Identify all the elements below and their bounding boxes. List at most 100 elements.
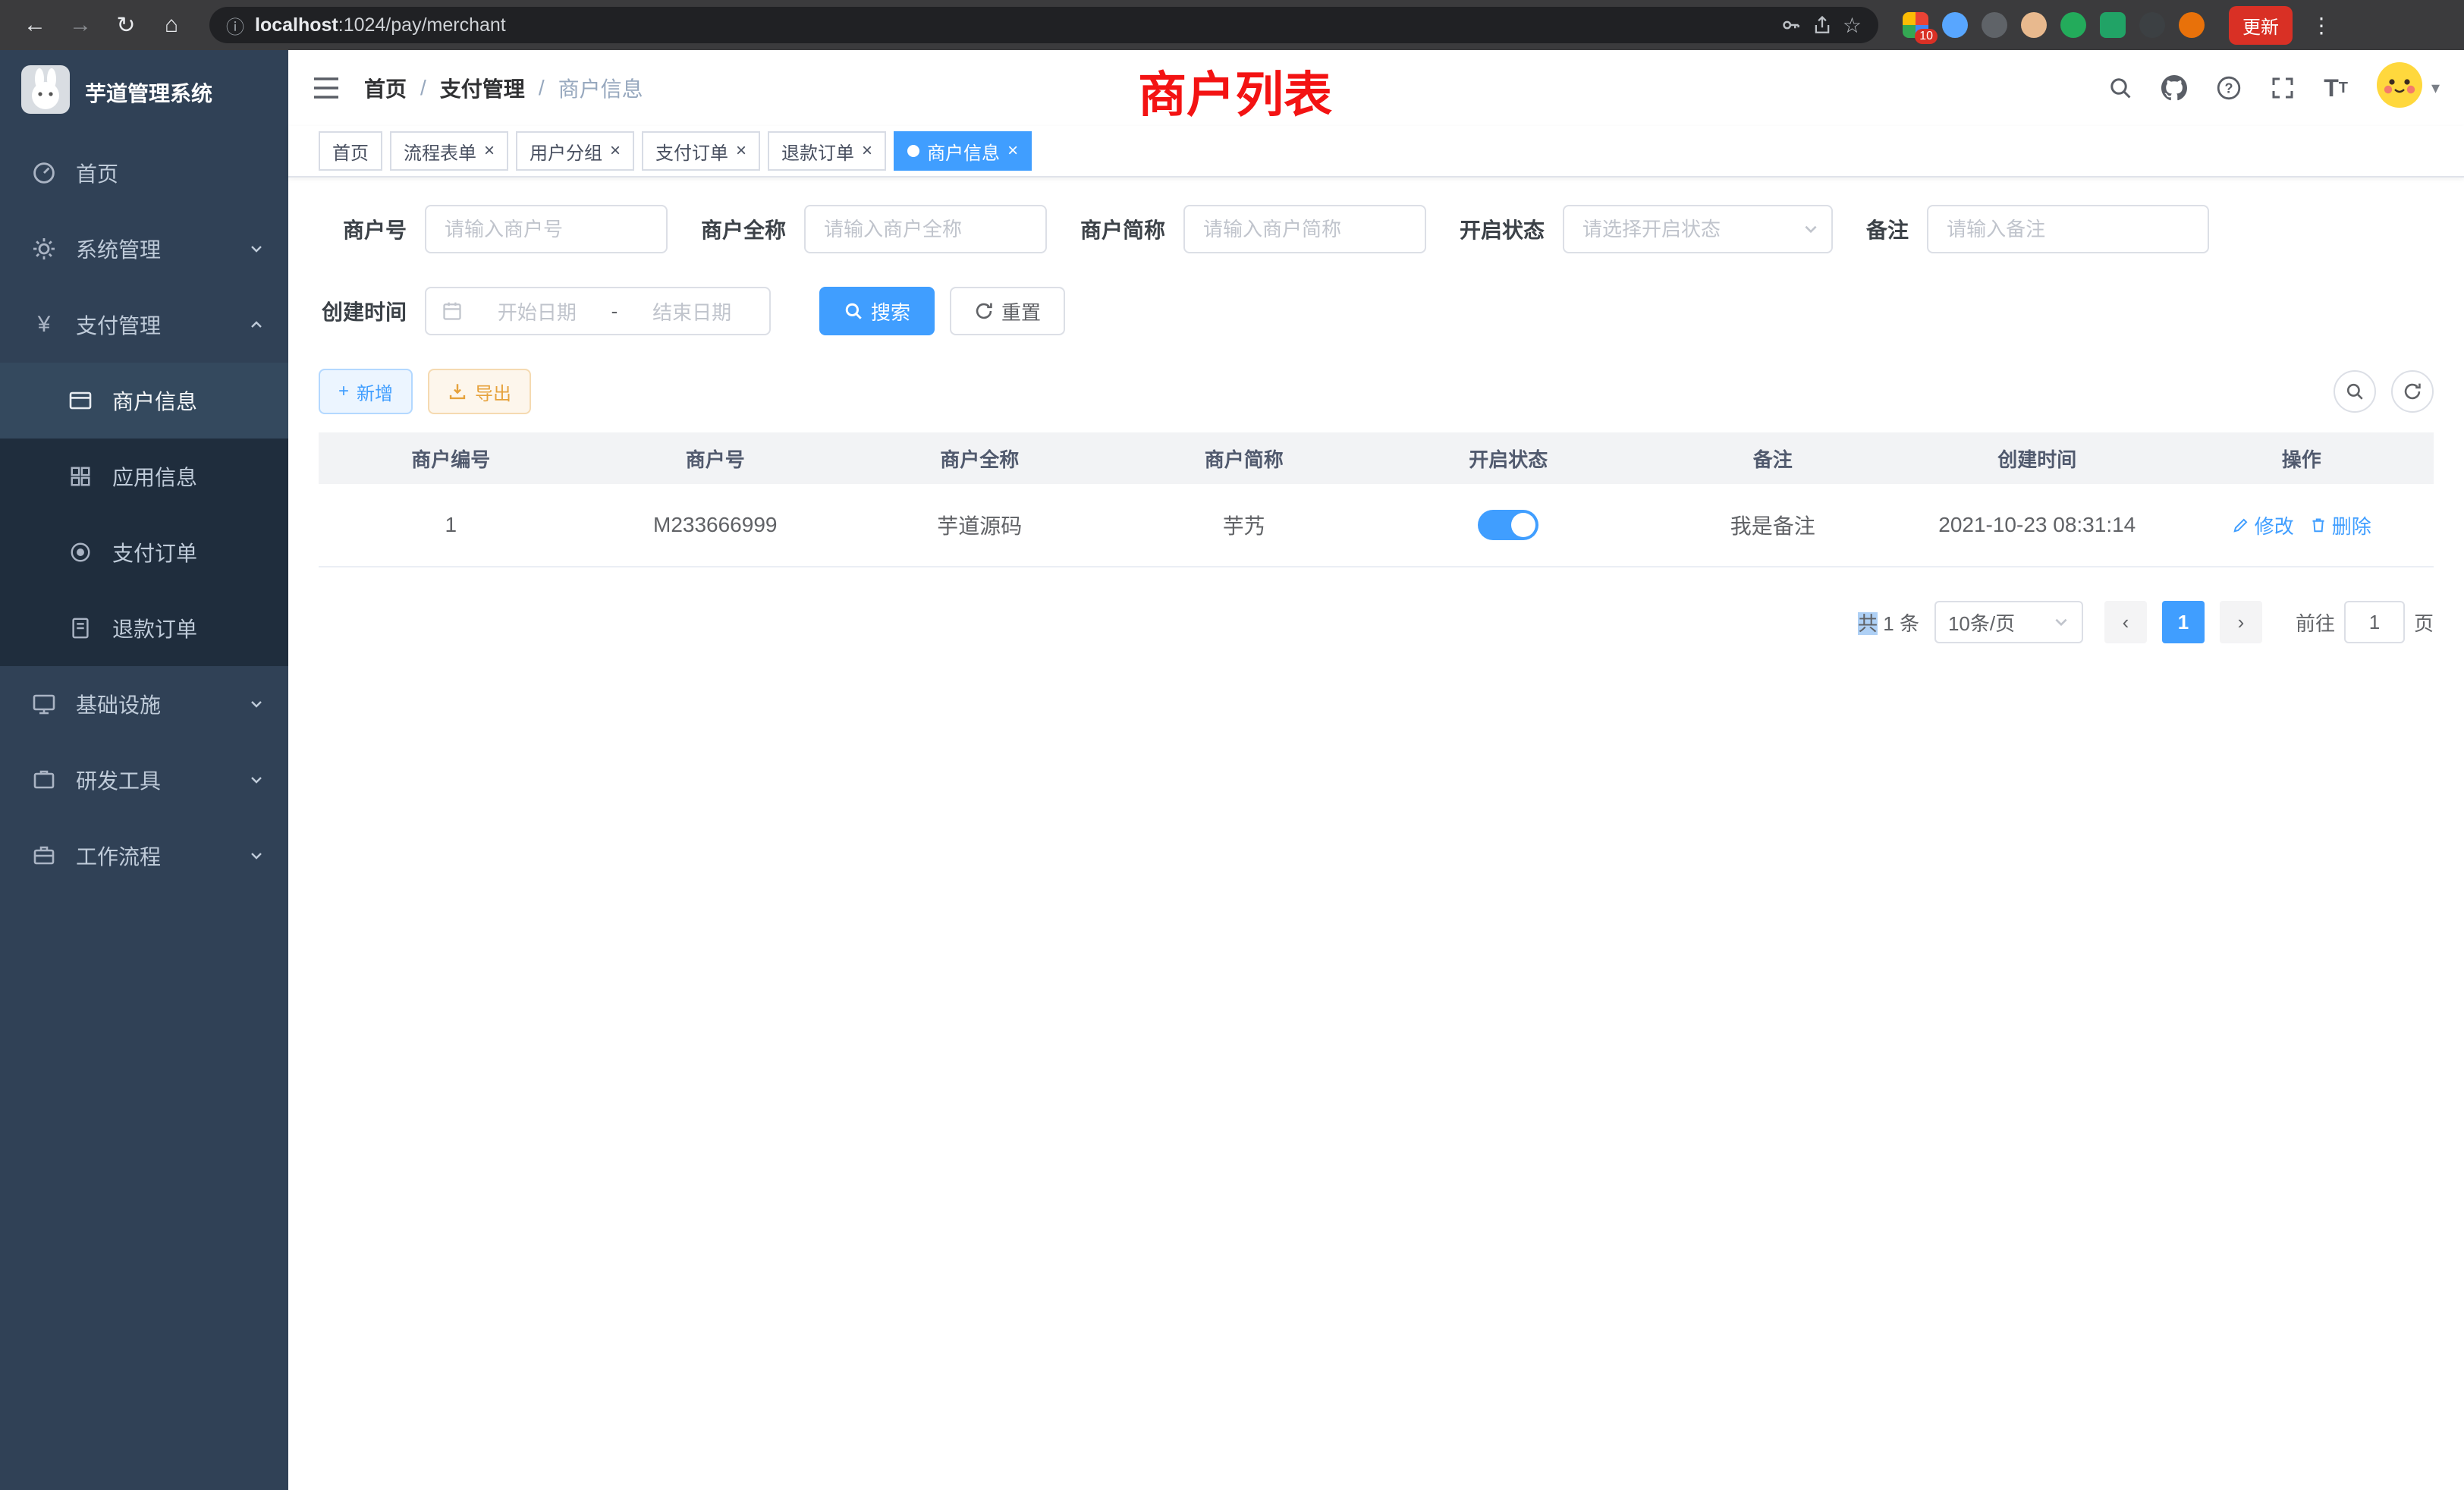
extension-avatar-icon[interactable] — [2021, 12, 2047, 38]
close-icon[interactable]: × — [862, 142, 872, 160]
extension-blue-icon[interactable] — [1942, 12, 1968, 38]
search-icon[interactable] — [2108, 76, 2132, 100]
close-icon[interactable]: × — [736, 142, 746, 160]
col-remark: 备注 — [1641, 445, 1906, 473]
card-icon — [67, 388, 94, 413]
font-size-icon[interactable]: TT — [2324, 74, 2348, 102]
full-name-input[interactable] — [804, 205, 1047, 253]
create-time-label: 创建时间 — [319, 296, 425, 326]
short-name-input[interactable] — [1183, 205, 1426, 253]
extension-green-square-icon[interactable] — [2100, 12, 2126, 38]
sidebar-item-system[interactable]: 系统管理 — [0, 211, 288, 287]
edit-link[interactable]: 修改 — [2232, 511, 2294, 539]
sidebar-item-pay-order[interactable]: 支付订单 — [0, 514, 288, 590]
sidebar-item-dev-tools[interactable]: 研发工具 — [0, 742, 288, 818]
pagination-goto: 前往 页 — [2296, 601, 2434, 643]
sidebar-item-workflow[interactable]: 工作流程 — [0, 818, 288, 894]
total-suffix: 条 — [1900, 612, 1919, 635]
sidebar-item-label: 系统管理 — [76, 234, 161, 264]
status-select[interactable] — [1563, 205, 1833, 253]
tags-bar: 首页 流程表单 × 用户分组× 支付订单× 退款订单× 商户信息 × — [288, 126, 2464, 178]
close-icon[interactable]: × — [1007, 142, 1018, 160]
sidebar-item-merchant-info[interactable]: 商户信息 — [0, 363, 288, 439]
tab-pay-order[interactable]: 支付订单× — [642, 131, 760, 171]
breadcrumb-home[interactable]: 首页 — [364, 73, 407, 103]
col-status: 开启状态 — [1376, 445, 1641, 473]
github-icon[interactable] — [2161, 75, 2187, 101]
tab-label: 流程表单 — [404, 138, 476, 165]
extension-pin-icon[interactable] — [2139, 12, 2165, 38]
address-bar[interactable]: ⓘ localhost:1024/pay/merchant ☆ — [209, 7, 1878, 43]
sidebar-item-home[interactable]: 首页 — [0, 135, 288, 211]
remark-input[interactable] — [1927, 205, 2209, 253]
breadcrumb-separator: / — [420, 76, 426, 100]
help-icon[interactable]: ? — [2216, 75, 2242, 101]
app-logo[interactable]: 芋道管理系统 — [0, 50, 288, 135]
tab-refund-order[interactable]: 退款订单× — [768, 131, 886, 171]
chevron-up-icon — [249, 317, 264, 332]
hamburger-icon[interactable] — [313, 76, 340, 100]
delete-link[interactable]: 删除 — [2309, 511, 2371, 539]
breadcrumb-separator: / — [539, 76, 545, 100]
toggle-search-button[interactable] — [2334, 370, 2376, 413]
goto-page-input[interactable] — [2344, 601, 2405, 643]
fullscreen-icon[interactable] — [2271, 76, 2295, 100]
extension-puzzle-icon[interactable]: 10 — [1903, 12, 1928, 38]
tab-home[interactable]: 首页 — [319, 131, 382, 171]
add-button-label: 新增 — [357, 379, 393, 405]
reload-icon[interactable]: ↻ — [106, 5, 146, 45]
sidebar-item-payment[interactable]: ¥ 支付管理 — [0, 287, 288, 363]
url-host: localhost — [255, 14, 338, 36]
user-menu[interactable]: ▾ — [2377, 62, 2440, 114]
merchant-no-input[interactable] — [425, 205, 668, 253]
back-icon[interactable]: ← — [15, 5, 55, 45]
url-path: :1024/pay/merchant — [338, 14, 506, 36]
tab-label: 商户信息 — [927, 138, 1000, 165]
tab-process-form[interactable]: 流程表单 × — [390, 131, 508, 171]
share-icon[interactable] — [1812, 14, 1832, 36]
refresh-button[interactable] — [2391, 370, 2434, 413]
breadcrumb-payment[interactable]: 支付管理 — [440, 73, 525, 103]
browser-update-button[interactable]: 更新 — [2229, 6, 2293, 45]
close-icon[interactable]: × — [610, 142, 621, 160]
url-text: localhost:1024/pay/merchant — [255, 14, 506, 36]
payment-submenu: 商户信息 应用信息 支付订单 — [0, 363, 288, 666]
page-size-select[interactable]: 10条/页 — [1934, 601, 2083, 643]
tab-merchant-info[interactable]: 商户信息 × — [894, 131, 1032, 171]
tab-user-group[interactable]: 用户分组× — [516, 131, 634, 171]
col-short-name: 商户简称 — [1112, 445, 1377, 473]
reset-button[interactable]: 重置 — [950, 287, 1065, 335]
delete-label: 删除 — [2332, 511, 2371, 539]
export-button[interactable]: 导出 — [428, 369, 531, 414]
forward-icon[interactable]: → — [61, 5, 100, 45]
table-header: 商户编号 商户号 商户全称 商户简称 开启状态 备注 创建时间 操作 — [319, 432, 2434, 484]
add-button[interactable]: + 新增 — [319, 369, 413, 414]
extension-green-circle-icon[interactable] — [2060, 12, 2086, 38]
date-range-picker[interactable]: 开始日期 - 结束日期 — [425, 287, 771, 335]
password-key-icon[interactable] — [1780, 14, 1802, 36]
extension-orange-avatar-icon[interactable] — [2179, 12, 2205, 38]
home-icon[interactable]: ⌂ — [152, 5, 191, 45]
sidebar-item-refund-order[interactable]: 退款订单 — [0, 590, 288, 666]
sidebar-item-app-info[interactable]: 应用信息 — [0, 439, 288, 514]
browser-menu-icon[interactable]: ⋮ — [2311, 13, 2332, 38]
edit-label: 修改 — [2255, 511, 2294, 539]
sidebar: 芋道管理系统 首页 系统管理 — [0, 50, 288, 1490]
chevron-down-icon — [249, 241, 264, 256]
extension-dark-icon[interactable] — [1982, 12, 2007, 38]
sidebar-item-infrastructure[interactable]: 基础设施 — [0, 666, 288, 742]
search-button-label: 搜索 — [871, 297, 910, 325]
bookmark-star-icon[interactable]: ☆ — [1843, 13, 1862, 38]
close-icon[interactable]: × — [484, 142, 495, 160]
date-separator: - — [611, 300, 618, 323]
site-info-icon[interactable]: ⓘ — [226, 12, 244, 39]
page-1-button[interactable]: 1 — [2162, 601, 2205, 643]
status-toggle[interactable] — [1478, 510, 1538, 540]
next-page-button[interactable]: › — [2220, 601, 2262, 643]
export-button-label: 导出 — [475, 379, 511, 405]
col-merchant-no: 商户号 — [583, 445, 848, 473]
end-date-placeholder: 结束日期 — [630, 297, 754, 325]
sidebar-item-label: 工作流程 — [76, 841, 161, 871]
search-button[interactable]: 搜索 — [819, 287, 935, 335]
prev-page-button[interactable]: ‹ — [2104, 601, 2147, 643]
